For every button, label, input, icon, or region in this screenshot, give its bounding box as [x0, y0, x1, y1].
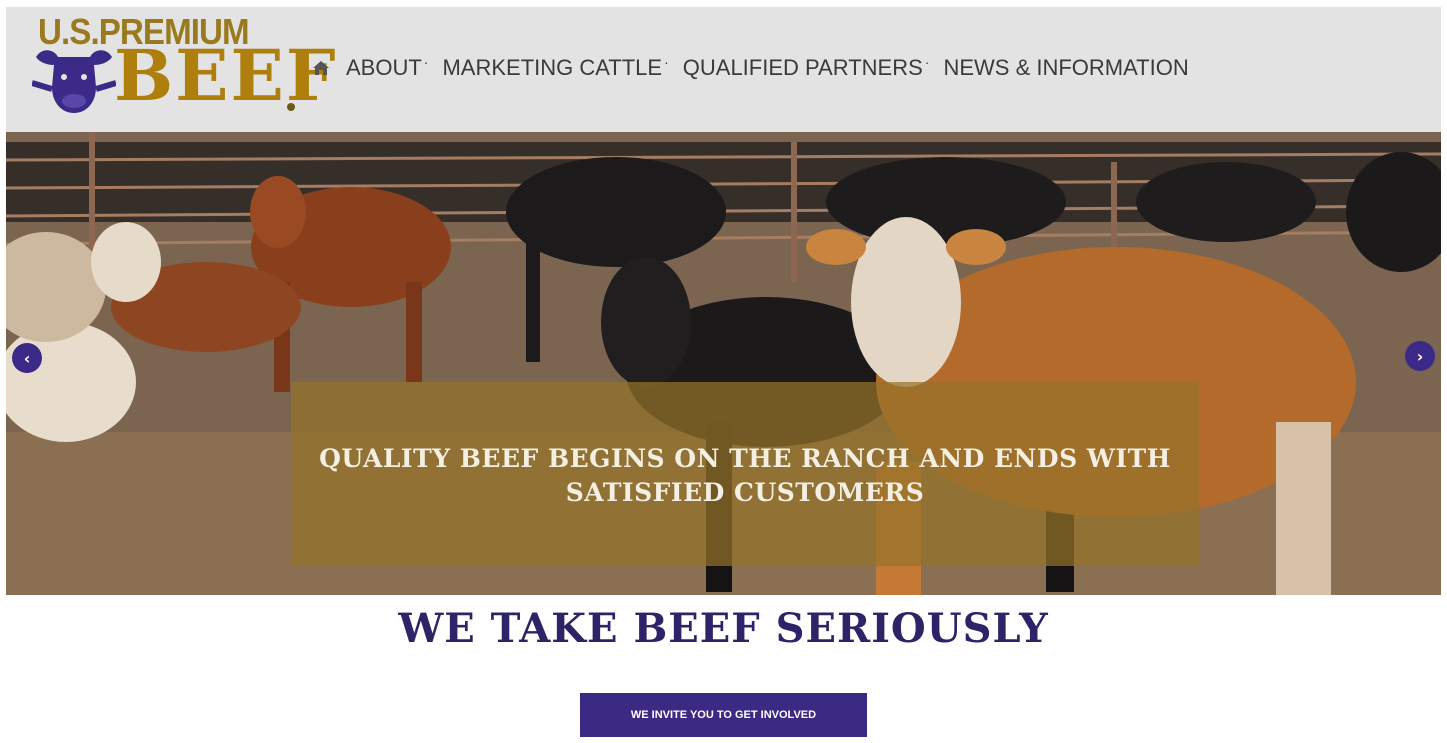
- dropdown-indicator-icon: ·: [924, 54, 930, 70]
- chevron-left-icon: ‹: [23, 348, 31, 368]
- site-logo[interactable]: U.S.PREMIUM BEEF: [32, 11, 336, 123]
- get-involved-button[interactable]: WE INVITE YOU TO GET INVOLVED: [580, 693, 867, 737]
- nav-item-qualified-partners[interactable]: QUALIFIED PARTNERS ·: [682, 54, 930, 81]
- slider-prev-button[interactable]: ‹: [12, 343, 42, 373]
- hero-caption-box: QUALITY BEEF BEGINS ON THE RANCH AND END…: [291, 382, 1199, 566]
- registered-mark: [287, 103, 295, 111]
- slider-next-button[interactable]: ›: [1405, 341, 1435, 371]
- bull-head-icon: [32, 50, 116, 113]
- dropdown-indicator-icon: ·: [664, 54, 669, 70]
- dropdown-indicator-icon: ·: [423, 54, 429, 70]
- nav-item-label: NEWS & INFORMATION: [943, 55, 1189, 80]
- nav-item-marketing-cattle[interactable]: MARKETING CATTLE ·: [442, 54, 669, 81]
- site-header: U.S.PREMIUM BEEF ABOUT · MARKETING CATTLE…: [6, 7, 1441, 132]
- page: U.S.PREMIUM BEEF ABOUT · MARKETING CATTLE…: [6, 7, 1441, 743]
- logo-text-bottom: BEEF: [114, 34, 338, 117]
- hero-caption: QUALITY BEEF BEGINS ON THE RANCH AND END…: [319, 444, 1171, 507]
- nav-item-label: QUALIFIED PARTNERS: [682, 55, 923, 80]
- chevron-right-icon: ›: [1416, 346, 1424, 366]
- nav-item-about[interactable]: ABOUT ·: [346, 54, 429, 81]
- hero-slider: QUALITY BEEF BEGINS ON THE RANCH AND END…: [6, 132, 1441, 595]
- main-nav: ABOUT · MARKETING CATTLE · QUALIFIED PARTN…: [312, 54, 1203, 81]
- nav-item-label: MARKETING CATTLE: [442, 55, 663, 80]
- nav-item-label: ABOUT: [346, 55, 422, 80]
- section-heading: WE TAKE BEEF SERIOUSLY: [398, 605, 1049, 652]
- home-icon[interactable]: [312, 59, 330, 77]
- nav-item-news-information[interactable]: NEWS & INFORMATION: [943, 55, 1188, 81]
